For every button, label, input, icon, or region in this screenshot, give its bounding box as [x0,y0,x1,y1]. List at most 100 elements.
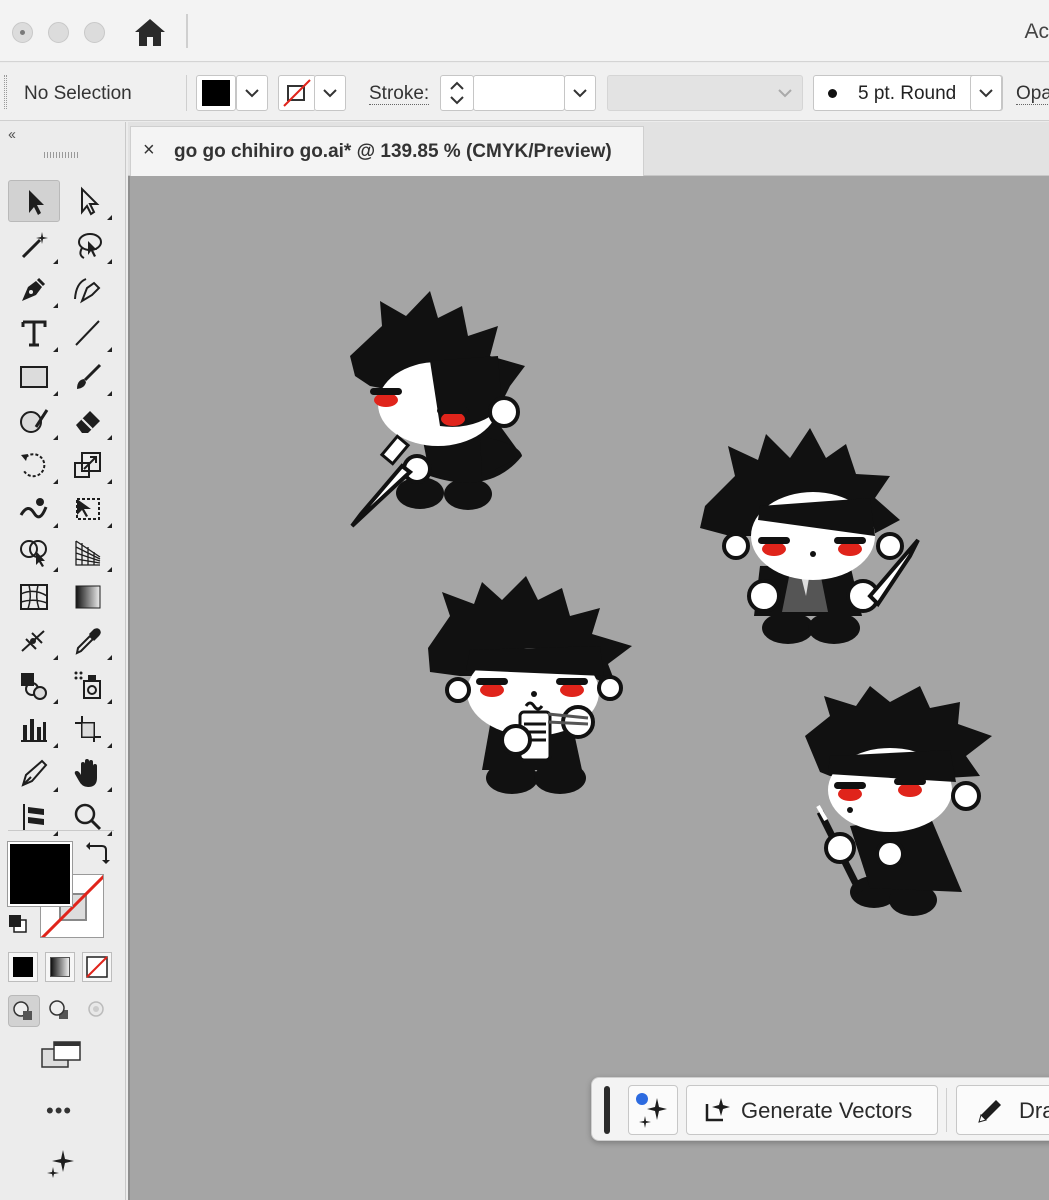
submenu-corner-icon [53,347,58,352]
symbol-sprayer-tool[interactable] [8,664,60,706]
eyedropper-icon [75,628,101,655]
generate-vectors-button[interactable]: Generate Vectors [686,1085,938,1135]
solid-fill-icon [13,957,33,977]
stroke-weight-input[interactable] [473,75,565,111]
collapse-panel-button[interactable]: ‹‹ [8,126,16,143]
stroke-weight-dropdown[interactable] [564,75,596,111]
scale-tool[interactable] [62,444,114,486]
swap-fill-stroke-icon[interactable] [86,840,110,864]
artwork[interactable] [130,176,1049,1200]
paintbrush-tool[interactable] [62,356,114,398]
title-bar: Ac [0,0,1049,62]
hand-icon [74,759,97,787]
character-suit-sword[interactable] [700,428,920,644]
submenu-corner-icon [53,831,58,836]
eraser-tool[interactable] [62,400,114,442]
rectangle-tool[interactable] [8,356,60,398]
submenu-corner-icon [53,743,58,748]
submenu-corner-icon [107,347,112,352]
fill-swatch[interactable] [7,841,73,907]
stroke-weight-stepper[interactable] [440,75,474,111]
submenu-corner-icon [107,787,112,792]
generate-vectors-label: Generate Vectors [741,1098,913,1123]
width-tool-icon [21,630,45,652]
contextual-task-bar: Generate Vectors Draw [591,1077,1049,1141]
mesh-icon [20,584,48,610]
warp-tool[interactable] [8,488,60,530]
color-mode-button[interactable] [8,952,38,982]
artboard-icon [75,716,101,742]
submenu-corner-icon [107,655,112,660]
character-sheathed-sword[interactable] [805,686,992,916]
zoom-window-button[interactable] [84,22,105,43]
panel-grip[interactable] [44,152,78,158]
hand-tool[interactable] [62,752,114,794]
taskbar-drag-handle[interactable] [604,1086,610,1134]
draw-button[interactable]: Draw [956,1085,1049,1135]
draw-behind-button[interactable] [45,995,77,1027]
submenu-corner-icon [107,391,112,396]
draw-normal-button[interactable] [8,995,40,1027]
fill-dropdown-button[interactable] [236,75,268,111]
draw-label: Draw [1019,1098,1049,1123]
document-tab-bar: × go go chihiro go.ai* @ 139.85 % (CMYK/… [128,122,1049,176]
type-tool[interactable] [8,312,60,354]
selection-label: No Selection [24,83,132,104]
artboard-tool[interactable] [62,708,114,750]
generative-ai-button[interactable] [628,1085,678,1135]
stroke-color-button[interactable] [278,75,316,111]
zoom-tool[interactable] [62,796,114,838]
rotate-tool[interactable] [8,444,60,486]
generate-vectors-icon [705,1098,730,1122]
eyedropper-tool[interactable] [62,620,114,662]
sparkle-icon[interactable] [46,1148,76,1178]
variable-width-profile-dropdown[interactable] [607,75,803,111]
opacity-label[interactable]: Opa [1016,84,1049,105]
close-tab-button[interactable]: × [143,139,155,162]
character-sword-flying[interactable] [350,291,525,528]
stroke-label[interactable]: Stroke: [369,84,430,105]
none-mode-button[interactable] [82,952,112,982]
control-bar-grip[interactable] [4,75,7,109]
blend-tool[interactable] [8,620,60,662]
stroke-dropdown-button[interactable] [314,75,346,111]
shaper-tool[interactable] [8,400,60,442]
home-icon[interactable] [132,16,168,48]
edit-toolbar-button[interactable]: ••• [46,1098,72,1124]
chevron-down-icon [979,89,993,98]
slice-tool[interactable] [8,752,60,794]
scale-icon [74,452,101,478]
perspective-grid-tool[interactable] [62,532,114,574]
puppet-warp-tool[interactable] [8,796,60,838]
direct-selection-tool[interactable] [62,180,114,222]
selection-tool[interactable] [8,180,60,222]
brush-dropdown-button[interactable] [970,75,1002,111]
live-paint-bucket-tool[interactable] [62,664,114,706]
chevron-down-icon [245,89,259,98]
artboard-canvas[interactable] [128,176,1049,1200]
minimize-window-button[interactable] [48,22,69,43]
submenu-corner-icon [107,743,112,748]
lasso-tool[interactable] [62,224,114,266]
character-eating-noodles[interactable] [428,576,632,794]
document-tab[interactable]: × go go chihiro go.ai* @ 139.85 % (CMYK/… [130,126,644,176]
pencil-icon [978,1100,1001,1123]
gradient-tool[interactable] [62,576,114,618]
draw-inside-button[interactable] [82,995,114,1027]
free-transform-tool[interactable] [62,488,114,530]
mesh-tool[interactable] [8,576,60,618]
line-segment-tool[interactable] [62,312,114,354]
shape-builder-tool[interactable] [8,532,60,574]
gradient-mode-button[interactable] [45,952,75,982]
gradient-fill-icon [50,957,70,977]
submenu-corner-icon [53,655,58,660]
knife-pen-icon [21,759,48,787]
default-colors-icon[interactable] [8,914,30,936]
column-graph-tool[interactable] [8,708,60,750]
screen-mode-icon[interactable] [40,1040,82,1072]
close-window-button[interactable] [12,22,33,43]
curvature-tool[interactable] [62,268,114,310]
magic-wand-tool[interactable] [8,224,60,266]
pen-tool[interactable] [8,268,60,310]
fill-color-button[interactable] [196,75,236,111]
